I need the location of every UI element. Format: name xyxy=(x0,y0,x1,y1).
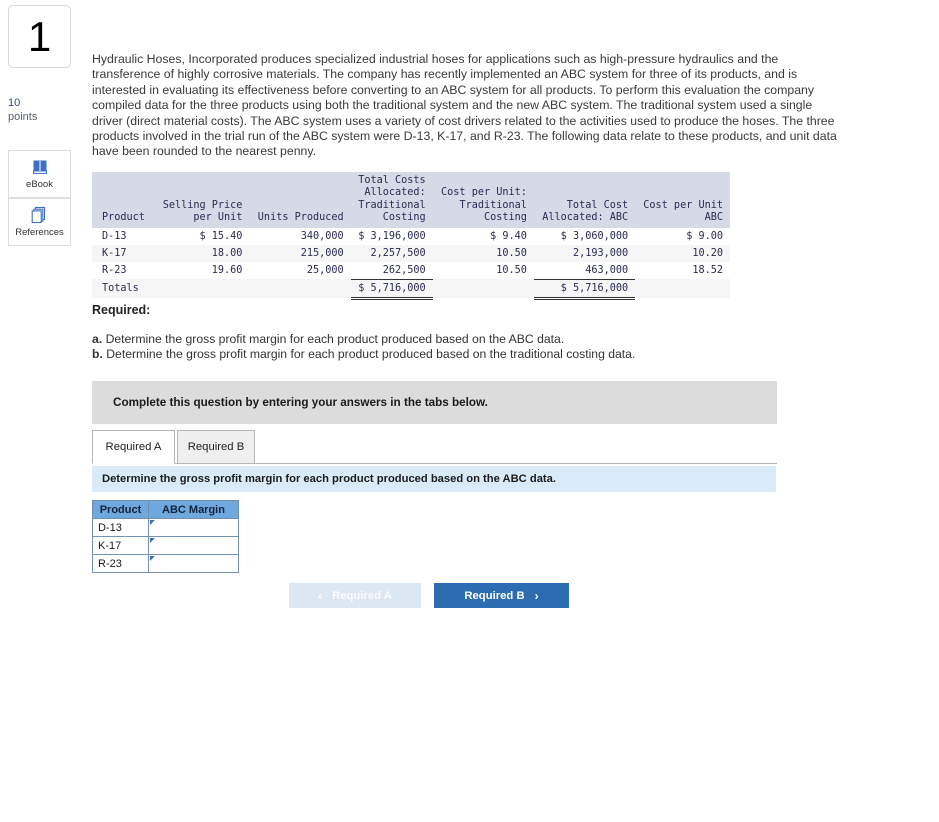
given-data-table: Product Selling Price per Unit Units Pro… xyxy=(92,172,730,300)
cell-totals-unit-cost-trad xyxy=(432,279,534,299)
table-row: R-23 19.60 25,000 262,500 10.50 463,000 … xyxy=(92,262,730,280)
ebook-label: eBook xyxy=(26,179,53,190)
tab-required-a[interactable]: Required A xyxy=(92,430,175,464)
col-unit-cost-abc: Cost per Unit ABC xyxy=(635,172,730,228)
col-product: Product xyxy=(92,172,155,228)
required-b-label: b. xyxy=(92,347,103,361)
answer-header-row: Product ABC Margin xyxy=(92,500,239,519)
cell-selling-price: 18.00 xyxy=(154,244,250,262)
cell-total-cost-abc: 463,000 xyxy=(585,264,629,276)
answer-product-r23: R-23 xyxy=(92,554,149,573)
cell-total-cost-abc: $ 3,060,000 xyxy=(560,230,629,242)
answer-input-cell-d13[interactable] xyxy=(148,518,239,537)
cell-totals-total-cost-abc: $ 5,716,000 xyxy=(533,278,636,300)
instruction-banner-text: Complete this question by entering your … xyxy=(113,396,488,409)
table-header-row: Product Selling Price per Unit Units Pro… xyxy=(92,172,730,228)
next-tab-button[interactable]: Required B › xyxy=(434,583,569,608)
previous-tab-label: Required A xyxy=(332,589,392,602)
cell-totals-units xyxy=(249,279,351,299)
answer-row: R-23 xyxy=(92,554,239,573)
cell-marker-icon xyxy=(150,520,155,525)
chevron-right-icon: › xyxy=(534,588,539,603)
table-row: D-13 $ 15.40 340,000 $ 3,196,000 $ 9.40 … xyxy=(92,228,730,245)
cell-unit-cost-trad: 10.50 xyxy=(496,264,527,276)
table-totals-row: Totals $ 5,716,000 $ 5,716,000 xyxy=(92,278,730,300)
cell-unit-cost-abc: 10.20 xyxy=(635,244,730,262)
cell-product: R-23 xyxy=(102,264,127,276)
cell-total-cost-abc: 2,193,000 xyxy=(533,244,636,262)
instruction-banner: Complete this question by entering your … xyxy=(92,381,777,424)
answer-tabs: Required A Required B xyxy=(92,430,777,464)
cell-totals-label: Totals xyxy=(92,279,155,299)
required-a-label: a. xyxy=(92,332,103,346)
answer-table: Product ABC Margin D-13 K-17 R-23 xyxy=(92,500,239,573)
previous-tab-button[interactable]: ‹ Required A xyxy=(289,583,421,608)
answer-col-abc-margin: ABC Margin xyxy=(148,500,239,519)
cell-units-produced: 340,000 xyxy=(300,230,344,242)
answer-row: D-13 xyxy=(92,518,239,537)
pages-stack-icon xyxy=(31,206,49,224)
references-label: References xyxy=(15,227,64,238)
references-button[interactable]: References xyxy=(8,198,71,246)
col-units-produced: Units Produced xyxy=(249,172,351,228)
question-body: Hydraulic Hoses, Incorporated produces s… xyxy=(92,0,939,822)
cell-units-produced: 215,000 xyxy=(249,244,351,262)
next-tab-label: Required B xyxy=(464,589,525,602)
points-label: points xyxy=(8,111,38,123)
col-selling-price: Selling Price per Unit xyxy=(154,172,250,228)
answer-input-cell-k17[interactable] xyxy=(148,536,239,555)
cell-unit-cost-abc: 18.52 xyxy=(692,264,723,276)
tab-prompt-bar: Determine the gross profit margin for ea… xyxy=(92,466,776,492)
answer-product-k17: K-17 xyxy=(92,536,149,555)
cell-selling-price: 19.60 xyxy=(211,264,243,276)
cell-unit-cost-abc: $ 9.00 xyxy=(686,230,723,242)
tab-prompt-text: Determine the gross profit margin for ea… xyxy=(102,473,556,485)
required-heading: Required: xyxy=(92,303,151,317)
chevron-left-icon: ‹ xyxy=(318,588,323,603)
abc-margin-input-r23[interactable] xyxy=(149,555,238,572)
cell-total-cost-trad: $ 3,196,000 xyxy=(358,230,426,242)
cell-product: D-13 xyxy=(102,230,127,242)
cell-marker-icon xyxy=(150,538,155,543)
points-value: 10 xyxy=(8,97,21,109)
cell-totals-total-cost-trad: $ 5,716,000 xyxy=(350,278,433,300)
cell-selling-price: $ 15.40 xyxy=(199,230,243,242)
points-block: 10 points xyxy=(8,96,37,124)
question-number: 1 xyxy=(27,12,52,60)
required-item-a: a. Determine the gross profit margin for… xyxy=(92,331,564,347)
required-a-text: Determine the gross profit margin for ea… xyxy=(105,332,565,346)
answer-col-product: Product xyxy=(92,500,149,519)
cell-total-cost-trad: 2,257,500 xyxy=(350,244,433,262)
cell-unit-cost-trad: 10.50 xyxy=(432,244,534,262)
cell-totals-selling-price xyxy=(154,279,250,299)
col-total-cost-abc: Total Cost Allocated: ABC xyxy=(533,172,636,228)
problem-statement: Hydraulic Hoses, Incorporated produces s… xyxy=(92,52,837,159)
question-number-box: 1 xyxy=(8,5,71,68)
tab-required-b[interactable]: Required B xyxy=(177,430,255,464)
answer-row: K-17 xyxy=(92,536,239,555)
ebook-button[interactable]: eBook xyxy=(8,150,71,198)
required-item-b: b. Determine the gross profit margin for… xyxy=(92,346,635,362)
answer-input-cell-r23[interactable] xyxy=(148,554,239,573)
answer-product-d13: D-13 xyxy=(92,518,149,537)
col-total-cost-trad: Total Costs Allocated: Traditional Costi… xyxy=(350,172,433,228)
col-unit-cost-trad: Cost per Unit: Traditional Costing xyxy=(432,172,534,228)
required-b-text: Determine the gross profit margin for ea… xyxy=(106,347,636,361)
table-row: K-17 18.00 215,000 2,257,500 10.50 2,193… xyxy=(92,244,730,262)
cell-unit-cost-trad: $ 9.40 xyxy=(490,230,527,242)
question-rail: 1 10 points eBook References xyxy=(0,0,82,822)
abc-margin-input-k17[interactable] xyxy=(149,537,238,554)
cell-totals-unit-cost-abc xyxy=(635,279,730,299)
cell-total-cost-trad: 262,500 xyxy=(382,264,426,276)
cell-units-produced: 25,000 xyxy=(306,264,344,276)
cell-product: K-17 xyxy=(92,244,155,262)
book-icon xyxy=(31,158,49,176)
abc-margin-input-d13[interactable] xyxy=(149,519,238,536)
cell-marker-icon xyxy=(150,556,155,561)
